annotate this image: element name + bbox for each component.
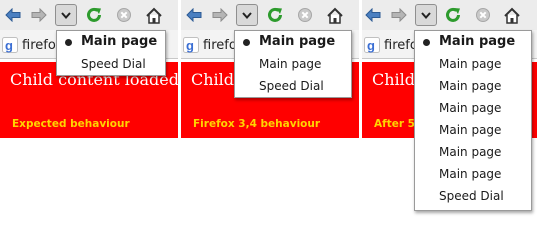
history-menu-item[interactable]: Speed Dial bbox=[415, 185, 531, 207]
page-headline: Child bbox=[372, 70, 416, 89]
google-favicon-icon: g bbox=[2, 37, 18, 53]
history-menu: Main page Main page Speed Dial bbox=[234, 30, 352, 98]
menu-item-label: Speed Dial bbox=[259, 79, 324, 93]
back-arrow-icon bbox=[186, 8, 202, 22]
svg-text:g: g bbox=[5, 38, 13, 53]
google-favicon-icon: g bbox=[183, 37, 199, 53]
behaviour-caption: Firefox 3,4 behaviour bbox=[193, 118, 321, 130]
home-icon bbox=[504, 7, 520, 24]
forward-button[interactable] bbox=[388, 4, 410, 26]
forward-button[interactable] bbox=[209, 4, 231, 26]
history-menu: Main page Speed Dial bbox=[56, 30, 166, 76]
reload-button[interactable] bbox=[83, 4, 105, 26]
stop-icon bbox=[117, 8, 131, 22]
history-menu-item[interactable]: Main page bbox=[415, 53, 531, 75]
home-icon bbox=[146, 7, 162, 24]
stop-button[interactable] bbox=[294, 4, 316, 26]
chevron-down-icon bbox=[242, 11, 252, 19]
google-favicon-icon: g bbox=[364, 37, 380, 53]
menu-item-label: Main page bbox=[439, 34, 516, 49]
history-menu: Main page Main page Main page Main page … bbox=[414, 30, 532, 211]
history-dropdown-button[interactable] bbox=[415, 4, 437, 26]
history-menu-item[interactable]: Speed Dial bbox=[235, 75, 351, 97]
history-menu-item[interactable]: Speed Dial bbox=[57, 53, 165, 75]
menu-item-label: Main page bbox=[439, 123, 502, 137]
history-menu-item[interactable]: Main page bbox=[415, 97, 531, 119]
radio-selected-icon bbox=[243, 39, 250, 46]
menu-item-label: Main page bbox=[439, 101, 502, 115]
browser-panel-3: g firefox Child After 5 refresh (F5) Mai… bbox=[362, 0, 537, 211]
back-button[interactable] bbox=[362, 4, 384, 26]
home-button[interactable] bbox=[324, 4, 346, 26]
reload-button[interactable] bbox=[442, 4, 464, 26]
menu-item-label: Main page bbox=[439, 167, 502, 181]
reload-icon bbox=[87, 7, 101, 22]
history-menu-item[interactable]: Main page bbox=[415, 31, 531, 53]
stop-icon bbox=[298, 8, 312, 22]
menu-item-label: Speed Dial bbox=[439, 189, 504, 203]
forward-arrow-icon bbox=[212, 8, 228, 22]
history-menu-item[interactable]: Main page bbox=[415, 141, 531, 163]
back-button[interactable] bbox=[2, 4, 24, 26]
menu-item-label: Main page bbox=[439, 57, 502, 71]
stop-button[interactable] bbox=[113, 4, 135, 26]
browser-panel-2: g firefox Child Firefox 3,4 behaviour Ma… bbox=[181, 0, 359, 138]
svg-text:g: g bbox=[186, 38, 194, 53]
history-menu-item[interactable]: Main page bbox=[415, 75, 531, 97]
navigation-toolbar bbox=[362, 0, 537, 30]
history-dropdown-button[interactable] bbox=[55, 4, 77, 26]
radio-selected-icon bbox=[65, 39, 72, 46]
forward-arrow-icon bbox=[391, 8, 407, 22]
menu-item-label: Speed Dial bbox=[81, 57, 146, 71]
chevron-down-icon bbox=[61, 11, 71, 19]
home-button[interactable] bbox=[501, 4, 523, 26]
menu-item-label: Main page bbox=[259, 34, 336, 49]
page-headline: Child bbox=[191, 70, 235, 89]
history-dropdown-button[interactable] bbox=[236, 4, 258, 26]
menu-item-label: Main page bbox=[259, 57, 322, 71]
history-menu-item[interactable]: Main page bbox=[235, 31, 351, 53]
history-menu-item[interactable]: Main page bbox=[415, 163, 531, 185]
menu-item-label: Main page bbox=[439, 145, 502, 159]
forward-arrow-icon bbox=[31, 8, 47, 22]
menu-item-label: Main page bbox=[81, 34, 158, 49]
history-menu-item[interactable]: Main page bbox=[235, 53, 351, 75]
svg-text:g: g bbox=[367, 38, 375, 53]
chevron-down-icon bbox=[421, 11, 431, 19]
history-menu-item[interactable]: Main page bbox=[415, 119, 531, 141]
navigation-toolbar bbox=[181, 0, 359, 30]
reload-icon bbox=[268, 7, 282, 22]
back-arrow-icon bbox=[365, 8, 381, 22]
behaviour-caption: Expected behaviour bbox=[12, 118, 130, 130]
back-arrow-icon bbox=[5, 8, 21, 22]
home-icon bbox=[327, 7, 343, 24]
navigation-toolbar bbox=[0, 0, 178, 30]
radio-selected-icon bbox=[423, 39, 430, 46]
menu-item-label: Main page bbox=[439, 79, 502, 93]
back-button[interactable] bbox=[183, 4, 205, 26]
reload-button[interactable] bbox=[264, 4, 286, 26]
browser-panel-1: g firefox Child content loaded Expected … bbox=[0, 0, 179, 138]
history-menu-item[interactable]: Main page bbox=[57, 31, 165, 53]
stop-button[interactable] bbox=[472, 4, 494, 26]
home-button[interactable] bbox=[143, 4, 165, 26]
stop-icon bbox=[476, 8, 490, 22]
reload-icon bbox=[446, 7, 460, 22]
forward-button[interactable] bbox=[28, 4, 50, 26]
